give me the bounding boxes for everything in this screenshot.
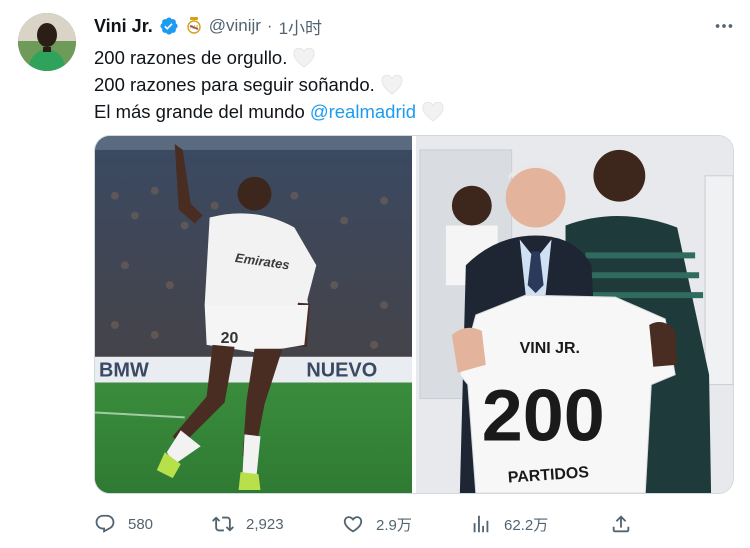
author-name[interactable]: Vini Jr. (94, 16, 153, 37)
tweet-line-2: 200 razones para seguir soñando. (94, 71, 444, 98)
real-madrid-crest-icon: RM (187, 17, 201, 35)
like-button[interactable]: 2.9万 (342, 513, 412, 535)
tweet-card[interactable]: Vini Jr. RM @vinijr · 1小时 200 razones de… (0, 0, 750, 548)
views-icon (473, 515, 489, 533)
more-options-icon[interactable] (712, 14, 736, 38)
tweet-actions: 580 2,923 2.9万 62.2万 (94, 510, 636, 538)
avatar[interactable] (18, 13, 76, 71)
verified-badge-icon (159, 16, 179, 36)
svg-text:RM: RM (190, 25, 198, 31)
tweet-media: BMW NUEVO Emirates 20 VINI JR. 200 PARTI… (94, 135, 734, 494)
tweet-line-3-text: El más grande del mundo (94, 101, 305, 122)
mention-link[interactable]: @realmadrid (310, 98, 416, 125)
shirt-number-text: 200 (482, 373, 605, 456)
share-icon (612, 515, 630, 533)
svg-text:20: 20 (221, 330, 239, 347)
separator-dot: · (266, 16, 273, 35)
tweet-line-1: 200 razones de orgullo. (94, 44, 444, 71)
retweet-icon (212, 516, 234, 532)
view-count: 62.2万 (504, 516, 549, 534)
tweet-line-3: El más grande del mundo @realmadrid (94, 98, 444, 125)
banner-text-right: NUEVO (306, 360, 377, 382)
views-button[interactable]: 62.2万 (470, 513, 548, 535)
reply-button[interactable]: 580 (94, 513, 153, 535)
reply-icon (95, 514, 115, 533)
tweet-header: Vini Jr. RM @vinijr · 1小时 (94, 14, 322, 38)
tweet-line-1-text: 200 razones de orgullo. (94, 47, 288, 68)
shirt-name-text: VINI JR. (520, 340, 580, 357)
tweet-line-2-text: 200 razones para seguir soñando. (94, 74, 375, 95)
author-handle[interactable]: @vinijr (209, 16, 261, 36)
white-heart-emoji-icon (293, 47, 315, 68)
reply-count: 580 (128, 515, 154, 533)
tweet-text: 200 razones de orgullo. 200 razones para… (94, 44, 444, 125)
banner-text-left: BMW (99, 360, 149, 382)
white-heart-emoji-icon (381, 74, 403, 95)
celebration-photo[interactable]: BMW NUEVO Emirates 20 (95, 136, 412, 493)
like-icon (343, 516, 363, 533)
shirt-presentation-photo[interactable]: VINI JR. 200 PARTIDOS (416, 136, 733, 493)
like-count: 2.9万 (376, 516, 412, 534)
tweet-timestamp[interactable]: 1小时 (279, 14, 322, 39)
share-button[interactable] (610, 513, 632, 535)
retweet-button[interactable]: 2,923 (212, 513, 284, 535)
white-heart-emoji-icon (422, 101, 444, 122)
retweet-count: 2,923 (246, 515, 284, 533)
